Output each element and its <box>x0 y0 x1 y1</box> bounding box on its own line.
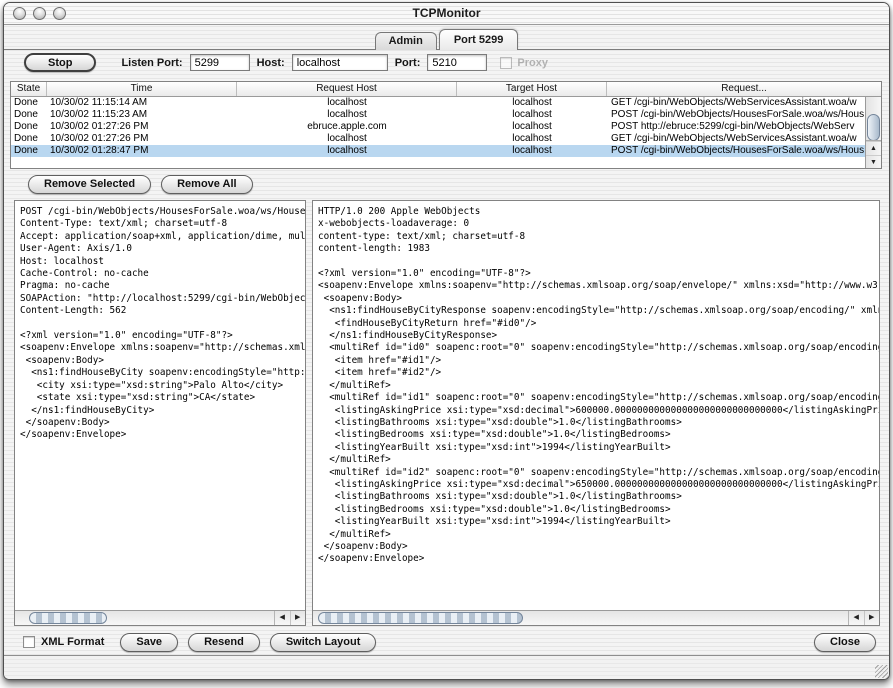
cell-request: GET /cgi-bin/WebObjects/WebServicesAssis… <box>607 97 865 109</box>
cell-request: GET /cgi-bin/WebObjects/WebServicesAssis… <box>607 133 865 145</box>
table-row[interactable]: Done 10/30/02 01:27:26 PM localhost loca… <box>11 133 865 145</box>
proxy-label: Proxy <box>517 57 548 69</box>
cell-request-host: ebruce.apple.com <box>237 121 457 133</box>
cell-target-host: localhost <box>457 145 607 157</box>
cell-state: Done <box>11 145 47 157</box>
resize-grip[interactable] <box>875 665 888 678</box>
scroll-down-icon[interactable]: ▼ <box>866 155 881 169</box>
footer-toolbar: XML Format Save Resend Switch Layout Clo… <box>4 626 889 655</box>
request-pane: POST /cgi-bin/WebObjects/HousesForSale.w… <box>14 200 306 626</box>
cell-time: 10/30/02 01:27:26 PM <box>47 121 237 133</box>
table-row-selected[interactable]: Done 10/30/02 01:28:47 PM localhost loca… <box>11 145 865 157</box>
proxy-checkbox-group: Proxy <box>500 57 548 69</box>
column-header-time[interactable]: Time <box>47 82 237 96</box>
response-horizontal-scrollbar[interactable]: ◀ ▶ <box>313 610 879 625</box>
status-bar <box>4 655 889 679</box>
cell-time: 10/30/02 01:27:26 PM <box>47 133 237 145</box>
table-body: Done 10/30/02 11:15:14 AM localhost loca… <box>11 97 865 168</box>
host-label: Host: <box>257 57 285 69</box>
response-text[interactable]: HTTP/1.0 200 Apple WebObjects x-webobjec… <box>313 201 879 610</box>
cell-target-host: localhost <box>457 109 607 121</box>
resend-button[interactable]: Resend <box>188 633 260 652</box>
listen-port-label: Listen Port: <box>121 57 182 69</box>
xml-format-checkbox[interactable] <box>23 636 35 648</box>
xml-format-checkbox-group: XML Format <box>23 636 104 648</box>
response-scrollbar-thumb[interactable] <box>318 612 523 624</box>
xml-format-label: XML Format <box>41 636 104 648</box>
app-window: TCPMonitor Admin Port 5299 Stop Listen P… <box>3 2 890 680</box>
scroll-up-icon[interactable]: ▲ <box>866 141 881 155</box>
cell-state: Done <box>11 121 47 133</box>
port-input[interactable] <box>427 54 487 71</box>
table-row[interactable]: Done 10/30/02 11:15:23 AM localhost loca… <box>11 109 865 121</box>
port-label: Port: <box>395 57 421 69</box>
cell-request-host: localhost <box>237 97 457 109</box>
connection-toolbar: Stop Listen Port: Host: Port: Proxy <box>4 50 889 77</box>
cell-time: 10/30/02 11:15:14 AM <box>47 97 237 109</box>
cell-request-host: localhost <box>237 109 457 121</box>
requests-table: State Time Request Host Target Host Requ… <box>10 81 882 169</box>
cell-state: Done <box>11 109 47 121</box>
cell-request: POST http://ebruce:5299/cgi-bin/WebObjec… <box>607 121 865 133</box>
tab-strip: Admin Port 5299 <box>4 25 889 50</box>
window-titlebar[interactable]: TCPMonitor <box>4 3 889 25</box>
scroll-right-icon[interactable]: ▶ <box>290 611 306 625</box>
request-scrollbar-thumb[interactable] <box>29 612 107 624</box>
table-scrollbar-arrows: ▲ ▼ <box>866 140 881 168</box>
scrollbar-track <box>15 611 274 625</box>
tab-admin[interactable]: Admin <box>375 32 437 50</box>
proxy-checkbox[interactable] <box>500 57 512 69</box>
remove-all-button[interactable]: Remove All <box>161 175 253 194</box>
response-pane: HTTP/1.0 200 Apple WebObjects x-webobjec… <box>312 200 880 626</box>
scroll-left-icon[interactable]: ◀ <box>275 611 290 625</box>
request-text[interactable]: POST /cgi-bin/WebObjects/HousesForSale.w… <box>15 201 305 610</box>
stop-button[interactable]: Stop <box>24 53 96 72</box>
cell-state: Done <box>11 133 47 145</box>
main-content: State Time Request Host Target Host Requ… <box>4 77 889 626</box>
cell-request: POST /cgi-bin/WebObjects/HousesForSale.w… <box>607 109 865 121</box>
request-horizontal-scrollbar[interactable]: ◀ ▶ <box>15 610 305 625</box>
scroll-left-icon[interactable]: ◀ <box>849 611 864 625</box>
listen-port-input[interactable] <box>190 54 250 71</box>
cell-target-host: localhost <box>457 97 607 109</box>
host-input[interactable] <box>292 54 388 71</box>
cell-state: Done <box>11 97 47 109</box>
window-title: TCPMonitor <box>4 6 889 20</box>
remove-selected-button[interactable]: Remove Selected <box>28 175 151 194</box>
save-button[interactable]: Save <box>120 633 178 652</box>
column-header-request-host[interactable]: Request Host <box>237 82 457 96</box>
cell-target-host: localhost <box>457 133 607 145</box>
cell-request: POST /cgi-bin/WebObjects/HousesForSale.w… <box>607 145 865 157</box>
cell-time: 10/30/02 01:28:47 PM <box>47 145 237 157</box>
cell-time: 10/30/02 11:15:23 AM <box>47 109 237 121</box>
column-header-target-host[interactable]: Target Host <box>457 82 607 96</box>
scrollbar-track <box>313 611 848 625</box>
tab-port-5299[interactable]: Port 5299 <box>439 29 519 50</box>
response-scrollbar-arrows: ◀ ▶ <box>848 611 879 625</box>
table-vertical-scrollbar[interactable]: ▲ ▼ <box>865 97 881 168</box>
table-scrollbar-thumb[interactable] <box>867 114 880 141</box>
cell-request-host: localhost <box>237 145 457 157</box>
column-header-request[interactable]: Request... <box>607 82 881 96</box>
table-header-row: State Time Request Host Target Host Requ… <box>11 82 881 97</box>
close-button[interactable]: Close <box>814 633 876 652</box>
scroll-right-icon[interactable]: ▶ <box>864 611 880 625</box>
row-actions: Remove Selected Remove All <box>10 169 882 195</box>
message-panes: POST /cgi-bin/WebObjects/HousesForSale.w… <box>14 200 880 626</box>
request-scrollbar-arrows: ◀ ▶ <box>274 611 305 625</box>
cell-request-host: localhost <box>237 133 457 145</box>
cell-target-host: localhost <box>457 121 607 133</box>
table-row[interactable]: Done 10/30/02 11:15:14 AM localhost loca… <box>11 97 865 109</box>
switch-layout-button[interactable]: Switch Layout <box>270 633 377 652</box>
column-header-state[interactable]: State <box>11 82 47 96</box>
table-row[interactable]: Done 10/30/02 01:27:26 PM ebruce.apple.c… <box>11 121 865 133</box>
